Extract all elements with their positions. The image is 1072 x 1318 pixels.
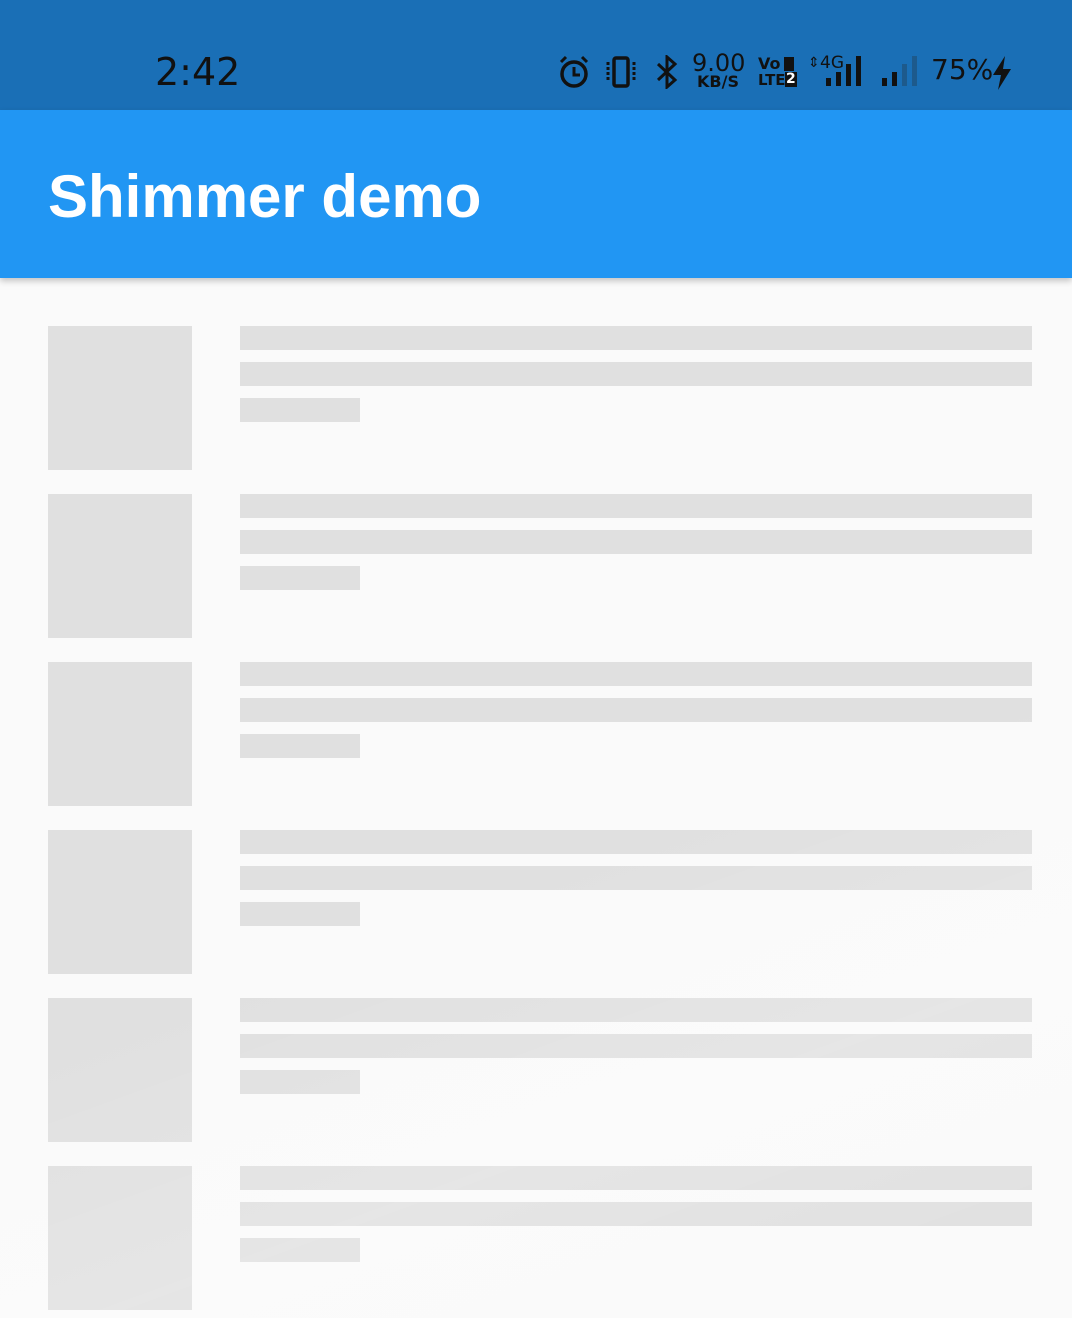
skeleton-line bbox=[240, 830, 1032, 854]
skeleton-line bbox=[240, 866, 1032, 890]
net-speed-unit: KB/S bbox=[697, 72, 739, 91]
skeleton-line bbox=[240, 998, 1032, 1022]
skeleton-list-item bbox=[0, 278, 1072, 470]
volte-sim-number: 2 bbox=[785, 71, 797, 87]
skeleton-line-short bbox=[240, 398, 360, 422]
skeleton-line bbox=[240, 698, 1032, 722]
status-time: 2:42 bbox=[155, 50, 241, 94]
skeleton-list[interactable] bbox=[0, 278, 1072, 1318]
skeleton-line bbox=[240, 362, 1032, 386]
signal-icon bbox=[826, 56, 861, 86]
volte-block bbox=[784, 57, 794, 71]
status-icons: 9.00 KB/S Vo LTE 2 ⇕ 4G 75% bbox=[556, 50, 1016, 94]
volte-top: Vo bbox=[758, 54, 781, 73]
skeleton-list-item bbox=[0, 1118, 1072, 1310]
skeleton-line-short bbox=[240, 734, 360, 758]
volte-indicator: Vo LTE 2 bbox=[758, 56, 798, 90]
battery-charging-icon bbox=[993, 56, 1011, 90]
skeleton-list-item bbox=[0, 446, 1072, 638]
alarm-icon bbox=[559, 55, 589, 88]
skeleton-line bbox=[240, 326, 1032, 350]
skeleton-line-short bbox=[240, 902, 360, 926]
volte-bottom: LTE bbox=[758, 71, 786, 89]
skeleton-list-item bbox=[0, 782, 1072, 974]
skeleton-list-item bbox=[0, 614, 1072, 806]
skeleton-list-item bbox=[0, 950, 1072, 1142]
skeleton-line bbox=[240, 530, 1032, 554]
net-speed: 9.00 KB/S bbox=[692, 50, 746, 94]
skeleton-line bbox=[240, 494, 1032, 518]
skeleton-line bbox=[240, 1034, 1032, 1058]
app-title: Shimmer demo bbox=[48, 163, 482, 230]
data-arrows-icon: ⇕ bbox=[808, 54, 820, 70]
skeleton-thumbnail bbox=[48, 1166, 192, 1310]
battery-percent: 75% bbox=[931, 53, 994, 86]
bluetooth-icon bbox=[656, 55, 678, 89]
skeleton-line-short bbox=[240, 1070, 360, 1094]
skeleton-line bbox=[240, 1202, 1032, 1226]
signal-2-icon bbox=[882, 56, 917, 86]
skeleton-line bbox=[240, 1166, 1032, 1190]
status-bar: 2:42 9.00 KB/S Vo LTE 2 ⇕ 4G 75% bbox=[0, 0, 1072, 110]
skeleton-line-short bbox=[240, 566, 360, 590]
skeleton-line bbox=[240, 662, 1032, 686]
vibrate-icon bbox=[606, 56, 636, 88]
skeleton-line-short bbox=[240, 1238, 360, 1262]
app-bar: Shimmer demo bbox=[0, 110, 1072, 278]
